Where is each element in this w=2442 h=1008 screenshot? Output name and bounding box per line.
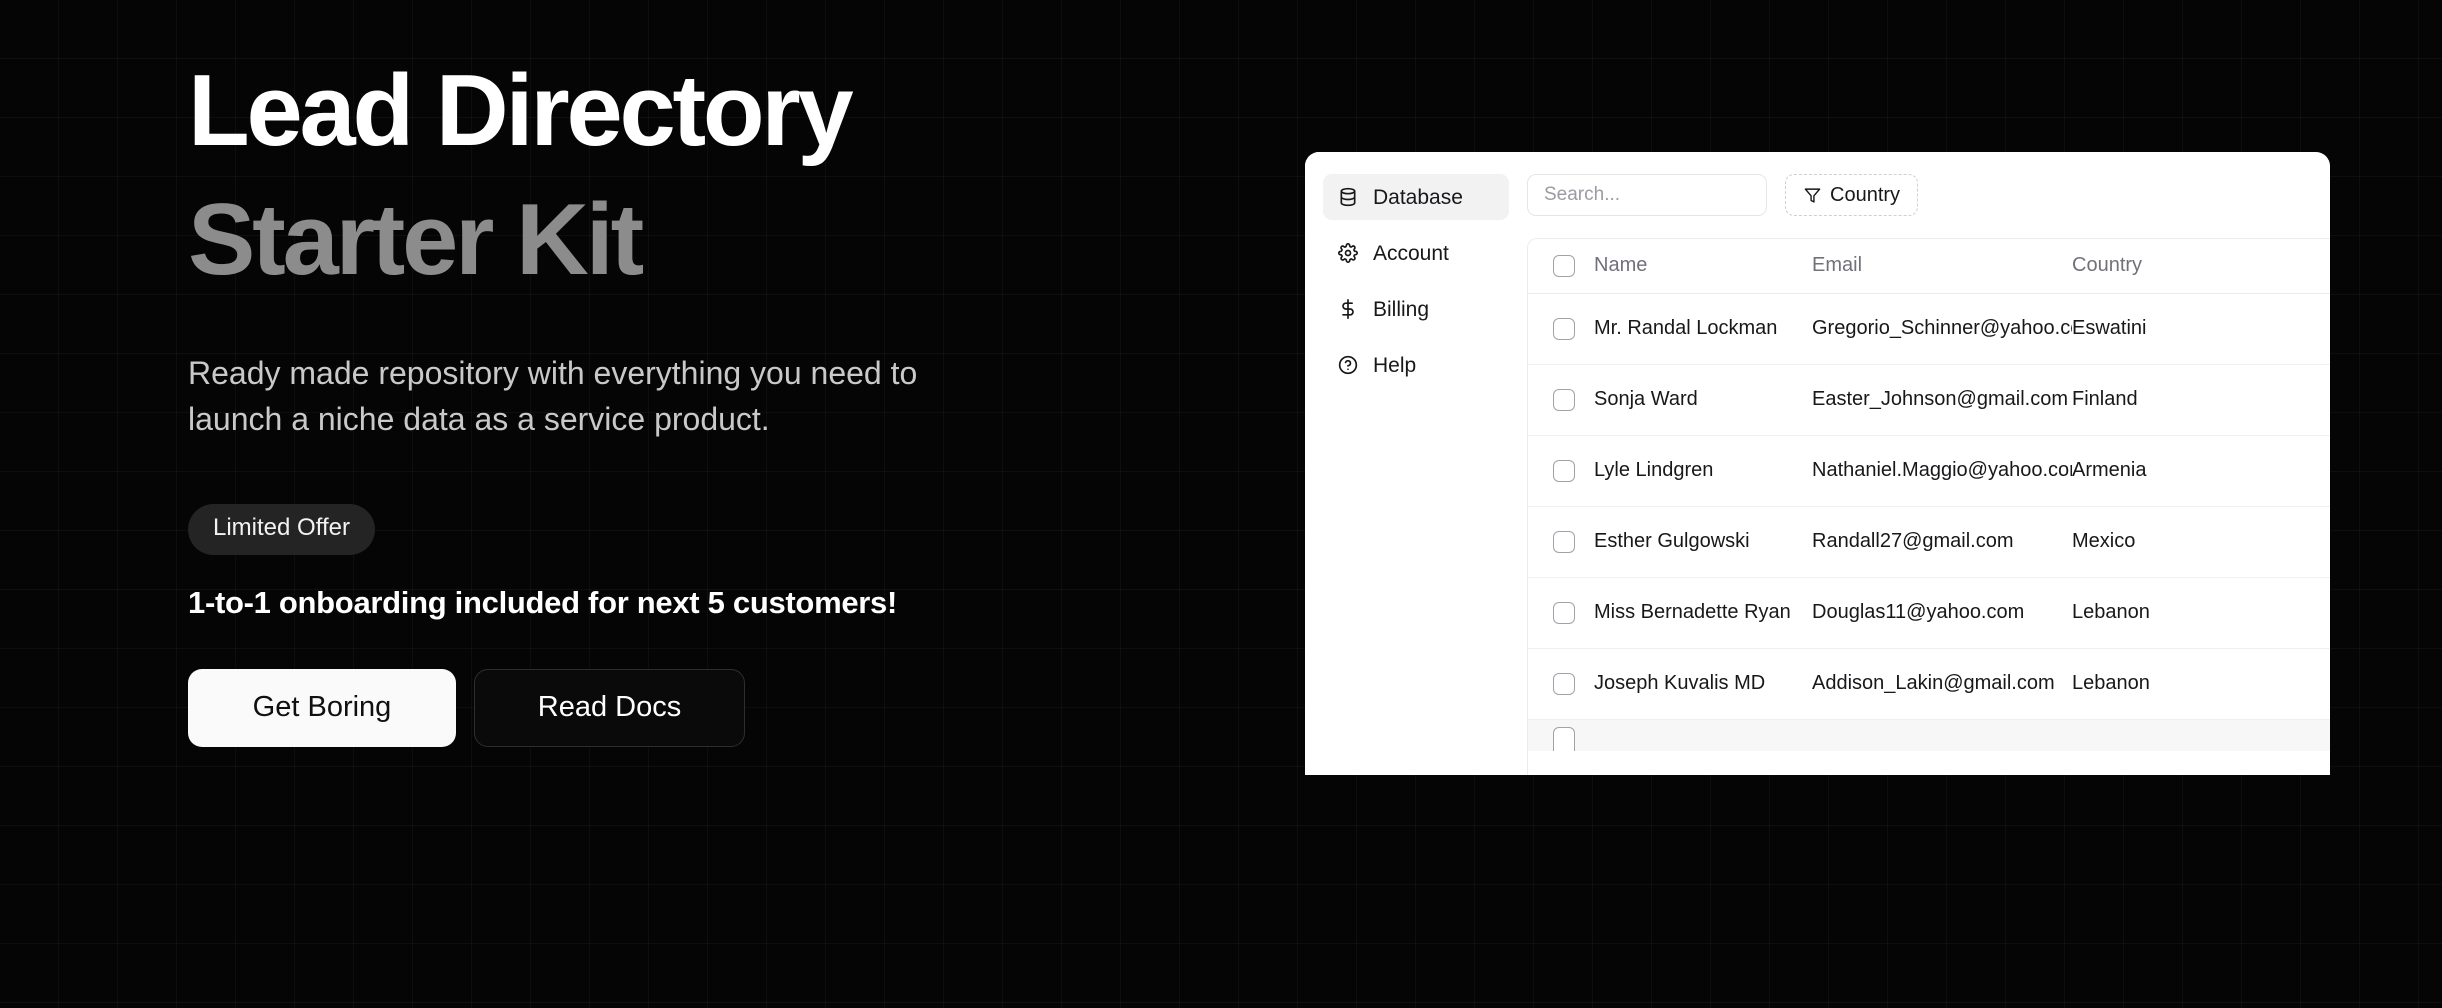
- row-select-cell: [1528, 577, 1594, 649]
- cell-email: [1812, 719, 2072, 751]
- table-row[interactable]: Lyle Lindgren Nathaniel.Maggio@yahoo.com…: [1528, 435, 2330, 507]
- sidebar-item-help[interactable]: Help: [1323, 342, 1509, 388]
- table-row[interactable]: Joseph Kuvalis MD Addison_Lakin@gmail.co…: [1528, 648, 2330, 720]
- sidebar-item-label: Database: [1373, 185, 1463, 209]
- table-header-row: Name Email Country: [1528, 239, 2330, 294]
- badge-container: Limited Offer: [188, 504, 1238, 555]
- country-filter-button[interactable]: Country: [1785, 174, 1919, 216]
- headline-line-1: Lead Directory: [188, 55, 854, 167]
- row-select-cell: [1528, 506, 1594, 578]
- page-root: Lead Directory Starter Kit Ready made re…: [0, 0, 2442, 1008]
- hero-section: Lead Directory Starter Kit Ready made re…: [188, 55, 1238, 747]
- cell-email: Easter_Johnson@gmail.com: [1812, 364, 2072, 436]
- cell-country: Finland: [2072, 364, 2330, 436]
- row-select-cell: [1528, 364, 1594, 436]
- sidebar-item-label: Help: [1373, 353, 1417, 377]
- cell-country: Eswatini: [2072, 293, 2330, 365]
- question-circle-icon: [1337, 354, 1359, 376]
- leads-table: Name Email Country Mr. Randal Lockman Gr…: [1528, 239, 2330, 751]
- cell-country: Lebanon: [2072, 577, 2330, 649]
- country-filter-label: Country: [1830, 183, 1901, 206]
- cell-name: Esther Gulgowski: [1594, 506, 1812, 578]
- cell-name: Miss Bernadette Ryan: [1594, 577, 1812, 649]
- sidebar-item-account[interactable]: Account: [1323, 230, 1509, 276]
- page-title: Lead Directory Starter Kit: [188, 55, 1238, 297]
- offer-text: 1-to-1 onboarding included for next 5 cu…: [188, 584, 897, 620]
- cell-country: Lebanon: [2072, 648, 2330, 720]
- cell-name: Mr. Randal Lockman: [1594, 293, 1812, 365]
- cell-email: Nathaniel.Maggio@yahoo.com: [1812, 435, 2072, 507]
- funnel-icon: [1803, 186, 1821, 204]
- database-icon: [1337, 186, 1359, 208]
- row-checkbox[interactable]: [1553, 672, 1575, 695]
- dollar-icon: [1337, 298, 1359, 320]
- sidebar-item-label: Account: [1373, 241, 1449, 265]
- table-row[interactable]: Miss Bernadette Ryan Douglas11@yahoo.com…: [1528, 577, 2330, 649]
- table-row[interactable]: Mr. Randal Lockman Gregorio_Schinner@yah…: [1528, 293, 2330, 365]
- column-header-email[interactable]: Email: [1812, 239, 2072, 294]
- search-input[interactable]: [1527, 174, 1767, 216]
- table-row[interactable]: Sonja Ward Easter_Johnson@gmail.com Finl…: [1528, 364, 2330, 436]
- cell-country: Armenia: [2072, 435, 2330, 507]
- cell-name: Lyle Lindgren: [1594, 435, 1812, 507]
- row-checkbox[interactable]: [1553, 459, 1575, 482]
- row-checkbox[interactable]: [1553, 317, 1575, 340]
- row-select-cell: [1528, 648, 1594, 720]
- column-header-name[interactable]: Name: [1594, 239, 1812, 294]
- cell-email: Gregorio_Schinner@yahoo.com: [1812, 293, 2072, 365]
- select-all-cell: [1528, 239, 1594, 294]
- table-toolbar: Country: [1527, 174, 2330, 216]
- cell-email: Douglas11@yahoo.com: [1812, 577, 2072, 649]
- row-select-cell: [1528, 719, 1594, 751]
- cell-email: Addison_Lakin@gmail.com: [1812, 648, 2072, 720]
- row-checkbox[interactable]: [1553, 530, 1575, 553]
- row-select-cell: [1528, 293, 1594, 365]
- headline-line-2: Starter Kit: [188, 184, 644, 297]
- table-head: Name Email Country: [1528, 239, 2330, 294]
- cell-country: Mexico: [2072, 506, 2330, 578]
- gear-icon: [1337, 242, 1359, 264]
- table-body: Mr. Randal Lockman Gregorio_Schinner@yah…: [1528, 293, 2330, 751]
- table-row[interactable]: Esther Gulgowski Randall27@gmail.com Mex…: [1528, 506, 2330, 578]
- select-all-checkbox[interactable]: [1553, 254, 1575, 277]
- table-row-partial[interactable]: [1528, 719, 2330, 751]
- row-select-cell: [1528, 435, 1594, 507]
- cell-name: Sonja Ward: [1594, 364, 1812, 436]
- status-badge: Limited Offer: [188, 504, 375, 555]
- row-checkbox[interactable]: [1553, 726, 1575, 751]
- cell-name: [1594, 719, 1812, 751]
- leads-table-container: Name Email Country Mr. Randal Lockman Gr…: [1527, 238, 2330, 775]
- sidebar-item-billing[interactable]: Billing: [1323, 286, 1509, 332]
- sidebar-item-database[interactable]: Database: [1323, 174, 1509, 220]
- hero-subtitle: Ready made repository with everything yo…: [188, 355, 918, 438]
- cell-name: Joseph Kuvalis MD: [1594, 648, 1812, 720]
- sidebar-item-label: Billing: [1373, 297, 1430, 321]
- get-boring-button[interactable]: Get Boring: [188, 668, 456, 747]
- app-main-area: Country Name Email Country: [1527, 152, 2330, 775]
- column-header-country[interactable]: Country: [2072, 239, 2330, 294]
- cta-button-row: Get Boring Read Docs: [188, 668, 1238, 747]
- cell-country: [2072, 719, 2330, 751]
- cell-email: Randall27@gmail.com: [1812, 506, 2072, 578]
- row-checkbox[interactable]: [1553, 601, 1575, 624]
- app-preview-panel: Database Account Billing Help Search... …: [1305, 152, 2330, 775]
- app-sidebar: Database Account Billing Help: [1305, 152, 1527, 775]
- read-docs-button[interactable]: Read Docs: [474, 668, 745, 747]
- row-checkbox[interactable]: [1553, 388, 1575, 411]
